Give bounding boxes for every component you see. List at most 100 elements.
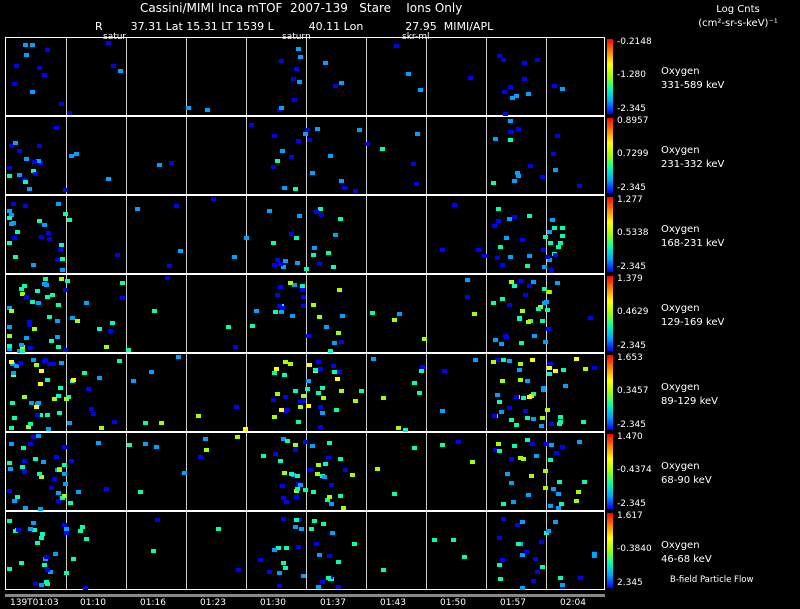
count-pixel: [49, 486, 54, 490]
count-pixel: [169, 161, 174, 165]
panel-label: Oxygen 68-90 keV: [661, 460, 712, 488]
count-pixel: [396, 426, 401, 430]
grid-line: [186, 354, 187, 431]
count-pixel: [280, 149, 285, 153]
colorbar-mid: 0.4629: [617, 307, 649, 317]
count-pixel: [278, 285, 283, 289]
heatmap-panel: [5, 432, 605, 511]
count-pixel: [126, 348, 131, 352]
count-pixel: [44, 283, 49, 287]
energy-label: 68-90 keV: [661, 475, 712, 486]
grid-line: [306, 38, 307, 115]
count-pixel: [10, 401, 15, 405]
count-pixel: [512, 284, 517, 288]
grid-line: [186, 196, 187, 273]
count-pixel: [78, 529, 83, 533]
count-pixel: [321, 522, 326, 526]
count-pixel: [32, 160, 37, 164]
count-pixel: [15, 230, 20, 234]
count-pixel: [43, 277, 48, 281]
count-pixel: [508, 130, 513, 134]
count-pixel: [316, 360, 321, 364]
count-pixel: [517, 368, 522, 372]
count-pixel: [525, 379, 530, 383]
count-pixel: [296, 139, 301, 143]
count-pixel: [560, 583, 565, 587]
footer-label: B-field Particle Flow: [670, 575, 754, 585]
count-pixel: [313, 368, 318, 372]
count-pixel: [411, 162, 416, 166]
count-pixel: [592, 366, 597, 370]
energy-label: 46-68 keV: [661, 554, 712, 565]
count-pixel: [311, 303, 316, 307]
count-pixel: [279, 106, 284, 110]
count-pixel: [271, 241, 276, 245]
count-pixel: [22, 459, 27, 463]
colorbar: [607, 355, 613, 430]
count-pixel: [320, 411, 325, 415]
count-pixel: [151, 549, 156, 553]
count-pixel: [17, 149, 22, 153]
count-pixel: [59, 277, 64, 281]
count-pixel: [542, 265, 547, 269]
grid-line: [126, 196, 127, 273]
grid-line: [486, 196, 487, 273]
count-pixel: [501, 517, 506, 521]
count-pixel: [534, 454, 539, 458]
count-pixel: [236, 568, 241, 572]
count-pixel: [63, 482, 68, 486]
count-pixel: [39, 235, 44, 239]
count-pixel: [272, 263, 277, 267]
count-pixel: [501, 58, 506, 62]
count-pixel: [143, 442, 148, 446]
grid-line: [486, 275, 487, 352]
count-pixel: [335, 377, 340, 381]
count-pixel: [21, 446, 26, 450]
count-pixel: [104, 345, 109, 349]
count-pixel: [300, 288, 305, 292]
count-pixel: [91, 412, 96, 416]
count-pixel: [37, 66, 42, 70]
grid-line: [366, 117, 367, 194]
grid-line: [186, 117, 187, 194]
count-pixel: [271, 165, 276, 169]
count-pixel: [22, 470, 27, 474]
count-pixel: [317, 262, 322, 266]
count-pixel: [298, 405, 303, 409]
count-pixel: [106, 41, 111, 45]
count-pixel: [294, 495, 299, 499]
count-pixel: [508, 138, 513, 142]
count-pixel: [509, 280, 514, 284]
count-pixel: [470, 460, 475, 464]
count-pixel: [57, 468, 62, 472]
count-pixel: [31, 521, 36, 525]
count-pixel: [117, 359, 122, 363]
count-pixel: [331, 364, 336, 368]
count-pixel: [67, 421, 72, 425]
count-pixel: [19, 561, 24, 565]
count-pixel: [24, 336, 29, 340]
count-pixel: [512, 179, 517, 183]
count-pixel: [465, 278, 470, 282]
count-pixel: [558, 420, 563, 424]
count-pixel: [31, 435, 36, 439]
count-pixel: [198, 455, 203, 459]
count-pixel: [186, 106, 191, 110]
count-pixel: [531, 579, 536, 583]
count-pixel: [31, 263, 36, 267]
count-pixel: [274, 367, 279, 371]
count-pixel: [578, 576, 583, 580]
count-pixel: [316, 391, 321, 395]
count-pixel: [30, 300, 35, 304]
grid-line: [66, 354, 67, 431]
count-pixel: [501, 502, 506, 506]
count-pixel: [548, 458, 553, 462]
count-pixel: [501, 358, 506, 362]
count-pixel: [558, 576, 563, 580]
count-pixel: [323, 462, 328, 466]
count-pixel: [323, 61, 328, 65]
count-pixel: [22, 395, 27, 399]
count-pixel: [406, 72, 411, 76]
count-pixel: [328, 154, 333, 158]
count-pixel: [551, 487, 556, 491]
